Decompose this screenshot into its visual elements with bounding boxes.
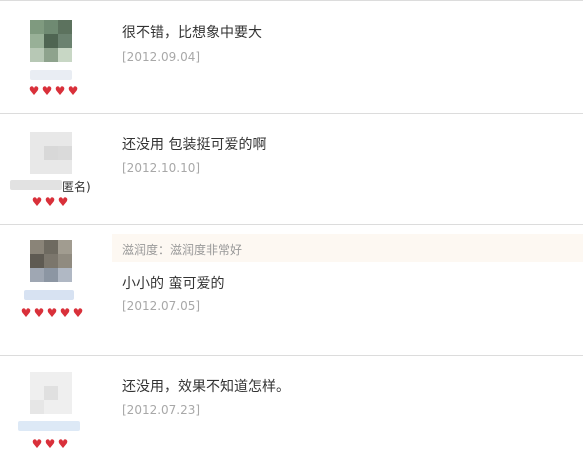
rating-stars: ♥ ♥ ♥: [31, 438, 69, 450]
avatar-icon[interactable]: [30, 132, 72, 174]
review-comment: 还没用 包装挺可爱的啊: [122, 137, 267, 153]
review-comment: 还没用，效果不知道怎样。: [122, 379, 290, 395]
heart-icon: ♥: [46, 306, 58, 320]
rating-stars: ♥ ♥ ♥ ♥: [28, 85, 79, 97]
divider: [0, 355, 583, 356]
attribute-label: 滋润度：滋润度非常好: [122, 243, 243, 257]
username-label: 匿名): [62, 180, 91, 194]
review-date: [2012.10.10]: [122, 161, 201, 175]
username-blurred: [24, 290, 74, 300]
review-date: [2012.07.23]: [122, 403, 201, 417]
review-date: [2012.07.05]: [122, 299, 201, 313]
heart-icon: ♥: [20, 306, 32, 320]
heart-icon: ♥: [33, 306, 45, 320]
username-blurred: [10, 180, 62, 190]
username-blurred: [30, 70, 72, 80]
avatar-icon[interactable]: [30, 20, 72, 62]
review-comment: 小小的 蛮可爱的: [122, 276, 225, 292]
heart-icon: ♥: [41, 84, 53, 98]
divider: [0, 0, 583, 1]
heart-icon: ♥: [44, 195, 56, 209]
review-date: [2012.09.04]: [122, 50, 201, 64]
rating-stars: ♥ ♥ ♥: [31, 196, 69, 208]
heart-icon: ♥: [57, 195, 69, 209]
heart-icon: ♥: [54, 84, 66, 98]
avatar-icon[interactable]: [30, 372, 72, 414]
heart-icon: ♥: [67, 84, 79, 98]
username-blurred: [18, 421, 80, 431]
heart-icon: ♥: [72, 306, 84, 320]
divider: [0, 113, 583, 114]
divider: [0, 224, 583, 225]
review-list: ♥ ♥ ♥ ♥ 很不错，比想象中要大 [2012.09.04] 匿名) ♥ ♥ …: [0, 0, 583, 466]
avatar-icon[interactable]: [30, 240, 72, 282]
heart-icon: ♥: [44, 437, 56, 451]
heart-icon: ♥: [59, 306, 71, 320]
rating-stars: ♥ ♥ ♥ ♥ ♥: [20, 307, 84, 319]
heart-icon: ♥: [28, 84, 40, 98]
heart-icon: ♥: [57, 437, 69, 451]
heart-icon: ♥: [31, 437, 43, 451]
review-comment: 很不错，比想象中要大: [122, 25, 262, 41]
heart-icon: ♥: [31, 195, 43, 209]
